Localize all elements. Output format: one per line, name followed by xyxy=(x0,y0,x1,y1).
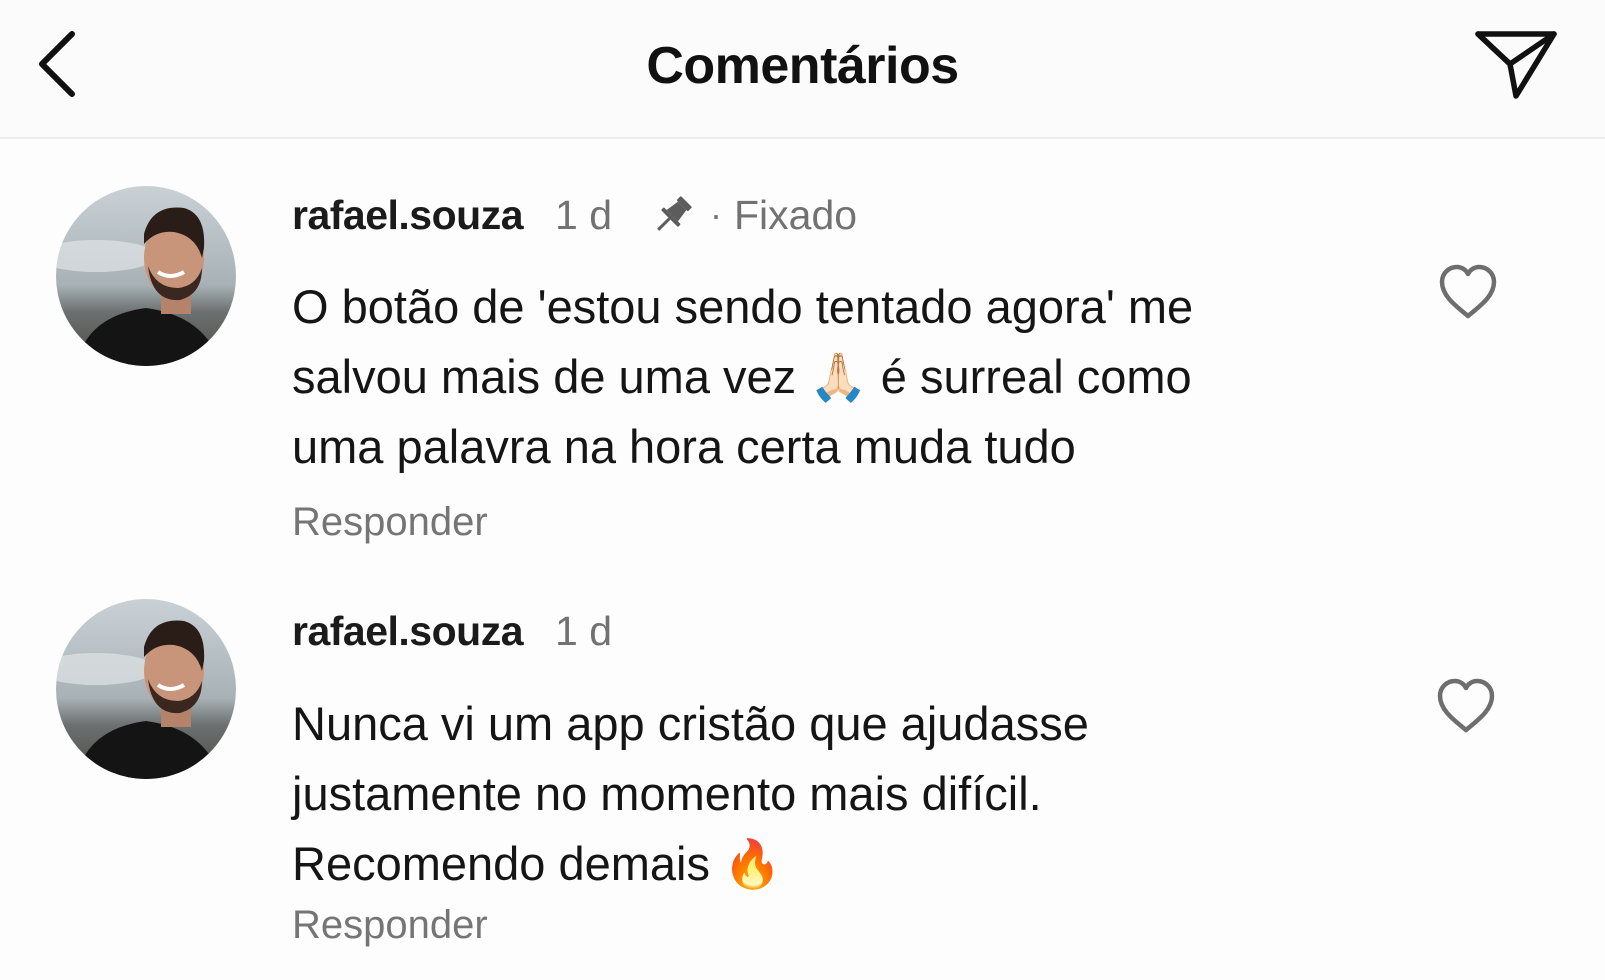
pinned-label: Fixado xyxy=(734,191,858,238)
share-button[interactable] xyxy=(1474,28,1560,104)
avatar[interactable] xyxy=(56,599,236,779)
comment-username[interactable]: rafael.souza xyxy=(292,192,524,239)
paper-plane-icon xyxy=(1475,31,1557,99)
comment-meta: rafael.souza 1 d · Fixado xyxy=(292,185,857,245)
comment-text: Nunca vi um app cristão que ajudasse jus… xyxy=(292,697,1089,890)
like-button[interactable] xyxy=(1434,676,1498,736)
avatar-photo xyxy=(56,186,236,366)
meta-separator: · xyxy=(710,194,722,235)
like-button[interactable] xyxy=(1436,262,1500,322)
reply-button[interactable]: Responder xyxy=(292,903,488,948)
page-title: Comentários xyxy=(646,37,959,95)
reply-button[interactable]: Responder xyxy=(292,500,488,545)
top-bar: Comentários xyxy=(0,0,1605,139)
comment-timestamp: 1 d xyxy=(555,607,612,654)
comment-text: O botão de 'estou sendo tentado agora' m… xyxy=(292,280,1194,473)
heart-outline-icon xyxy=(1437,678,1495,733)
comment-username[interactable]: rafael.souza xyxy=(292,608,524,655)
avatar-photo xyxy=(56,599,236,779)
avatar[interactable] xyxy=(56,186,236,366)
comment-timestamp: 1 d xyxy=(555,191,612,238)
pin-icon xyxy=(650,192,696,238)
comment-meta: rafael.souza 1 d xyxy=(292,601,612,661)
heart-outline-icon xyxy=(1439,264,1497,319)
